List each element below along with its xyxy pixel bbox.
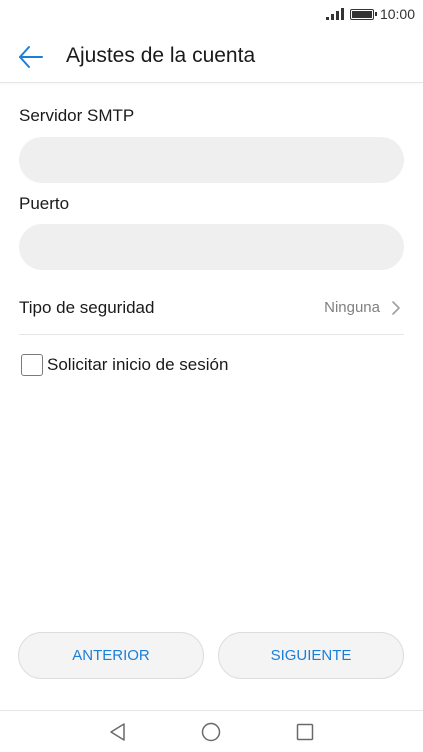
next-button[interactable]: SIGUIENTE: [218, 632, 404, 679]
nav-recents-button[interactable]: [292, 720, 318, 744]
navigation-bar: [0, 710, 423, 752]
back-button[interactable]: [14, 43, 46, 71]
require-signin-row[interactable]: Solicitar inicio de sesión: [21, 354, 228, 376]
nav-back-button[interactable]: [105, 720, 131, 744]
nav-back-icon: [110, 723, 125, 741]
require-signin-checkbox[interactable]: [21, 354, 43, 376]
screen: 10:00 Ajustes de la cuenta Servidor SMTP…: [0, 0, 423, 752]
signal-icon: [325, 8, 344, 20]
security-type-row[interactable]: Tipo de seguridad Ninguna: [19, 284, 404, 335]
status-icons: 10:00: [325, 6, 415, 22]
port-label: Puerto: [19, 194, 70, 213]
chevron-right-icon: [392, 301, 400, 315]
previous-button[interactable]: ANTERIOR: [18, 632, 204, 679]
status-time: 10:00: [379, 6, 415, 22]
status-bar: 10:00: [0, 0, 423, 32]
app-header: Ajustes de la cuenta: [0, 32, 423, 83]
smtp-server-label: Servidor SMTP: [19, 106, 135, 125]
security-type-label: Tipo de seguridad: [19, 298, 155, 317]
page-title: Ajustes de la cuenta: [66, 44, 256, 67]
nav-recents-icon: [296, 723, 314, 741]
nav-home-button[interactable]: [198, 720, 224, 744]
back-arrow-icon: [19, 46, 43, 68]
require-signin-label: Solicitar inicio de sesión: [47, 355, 229, 374]
port-input[interactable]: [19, 224, 404, 270]
security-type-value: Ninguna: [324, 299, 380, 316]
nav-home-icon: [201, 722, 221, 742]
battery-icon: [349, 8, 377, 20]
smtp-server-input[interactable]: [19, 137, 404, 183]
